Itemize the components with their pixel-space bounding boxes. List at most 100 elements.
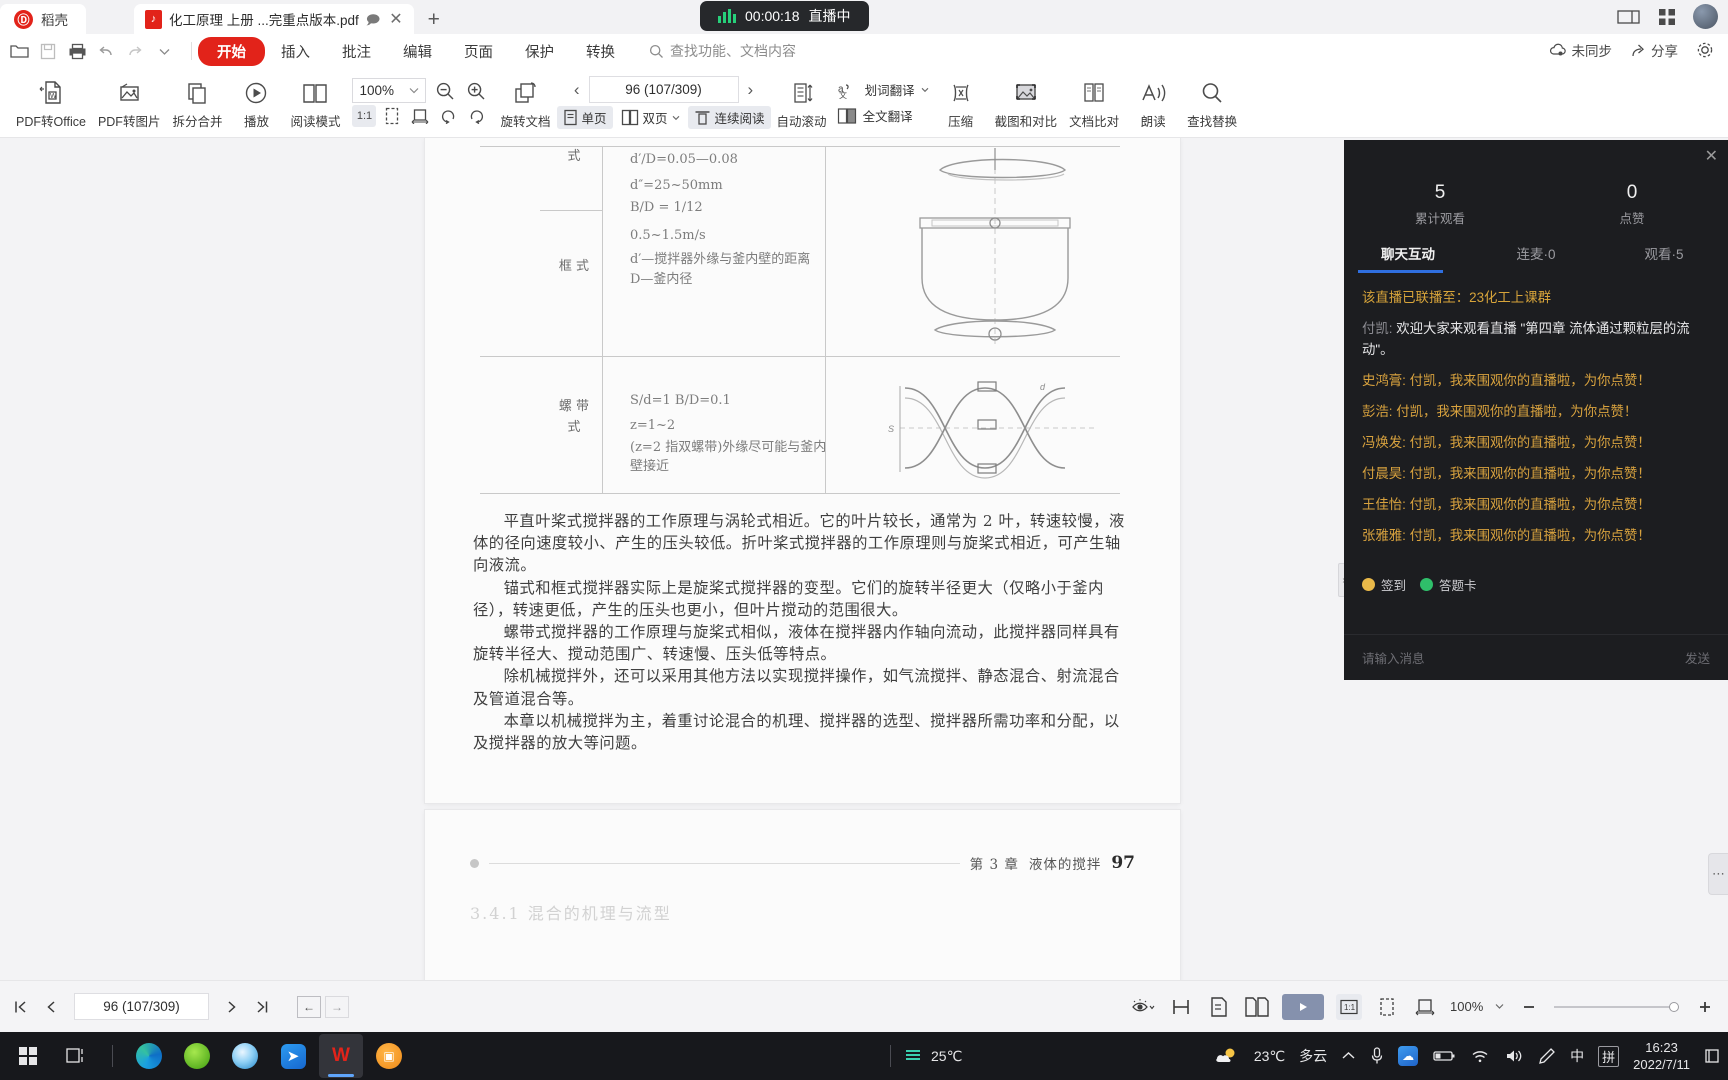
fit-page-button[interactable] — [380, 105, 404, 127]
cloud-app-icon[interactable]: ☁ — [1398, 1046, 1419, 1066]
taskbar-system-monitor[interactable]: 25℃ — [890, 1045, 962, 1067]
menu-item-edit[interactable]: 编辑 — [387, 38, 448, 65]
single-page-view-icon[interactable] — [1206, 994, 1232, 1020]
edge-icon[interactable] — [127, 1034, 171, 1078]
ribbon-split-merge[interactable]: 拆分合并 — [166, 71, 228, 135]
last-page-icon[interactable] — [249, 994, 275, 1020]
status-zoom-value[interactable]: 100% — [1450, 999, 1483, 1014]
full-translate-button[interactable]: 全文翻译 — [837, 106, 929, 125]
wps-icon[interactable]: W — [319, 1034, 363, 1078]
tab-comment-icon[interactable]: 🗩 — [366, 13, 380, 26]
ime-language-label[interactable]: 中 — [1570, 1046, 1584, 1066]
battery-icon[interactable] — [1432, 1049, 1456, 1063]
print-icon[interactable] — [64, 38, 90, 64]
ribbon-play[interactable]: 播放 — [228, 71, 284, 135]
redo-icon[interactable] — [122, 38, 148, 64]
weather-icon[interactable] — [1214, 1046, 1240, 1066]
rotate-right-button[interactable] — [464, 105, 488, 127]
split-screen-icon[interactable] — [1617, 9, 1641, 25]
settings-button[interactable] — [1696, 41, 1714, 59]
ribbon-pdf-to-office[interactable]: W PDF转Office — [10, 71, 92, 135]
chat-send-button[interactable]: 发送 — [1685, 648, 1710, 667]
undo-icon[interactable] — [93, 38, 119, 64]
live-status-pill[interactable]: 00:00:18 直播中 — [700, 1, 869, 31]
layout-split-icon[interactable] — [1168, 994, 1194, 1020]
volume-icon[interactable] — [1504, 1048, 1524, 1064]
tab-connect[interactable]: 连麦·0 — [1472, 243, 1600, 273]
zoom-in-button[interactable] — [464, 80, 488, 102]
quick-access-more-icon[interactable] — [151, 38, 177, 64]
menu-item-start[interactable]: 开始 — [198, 36, 265, 66]
share-button[interactable]: 分享 — [1630, 40, 1678, 60]
ribbon-document-compare[interactable]: 文档比对 — [1063, 71, 1125, 135]
taskbar-clock[interactable]: 16:23 2022/7/11 — [1633, 1039, 1690, 1073]
ribbon-read-mode[interactable]: 阅读模式 — [284, 71, 346, 135]
save-icon[interactable] — [35, 38, 61, 64]
ribbon-find-replace[interactable]: 查找替换 — [1181, 71, 1243, 135]
document-tab[interactable]: ♪ 化工原理 上册 ...完重点版本.pdf 🗩 ✕ — [134, 4, 414, 34]
notification-icon[interactable] — [1704, 1047, 1720, 1065]
chat-input-bar[interactable]: 请输入消息 发送 — [1344, 634, 1728, 680]
zoom-level-select[interactable]: 100% — [352, 78, 427, 103]
blue-app-icon[interactable]: ➤ — [271, 1034, 315, 1078]
fit-width-status-button[interactable] — [1412, 994, 1438, 1020]
microphone-icon[interactable] — [1370, 1046, 1384, 1066]
menu-item-page[interactable]: 页面 — [448, 38, 509, 65]
next-page-icon[interactable] — [219, 994, 245, 1020]
open-file-icon[interactable] — [6, 38, 32, 64]
sync-status-button[interactable]: 未同步 — [1549, 40, 1612, 60]
close-icon[interactable]: ✕ — [1705, 146, 1718, 166]
rotate-left-button[interactable] — [436, 105, 460, 127]
actual-size-button[interactable]: 1:1 — [352, 105, 377, 127]
fit-width-button[interactable] — [408, 105, 432, 127]
tab-viewers[interactable]: 观看·5 — [1600, 243, 1728, 273]
single-page-mode-button[interactable]: 单页 — [556, 106, 613, 129]
forward-navigation-button[interactable]: → — [325, 995, 349, 1018]
ribbon-rotate-document[interactable]: 旋转文档 — [494, 71, 556, 135]
wifi-icon[interactable] — [1470, 1048, 1490, 1064]
status-page-input[interactable]: 96 (107/309) — [74, 993, 209, 1020]
grid-view-icon[interactable] — [1657, 7, 1677, 27]
prev-page-icon[interactable] — [38, 994, 64, 1020]
menu-item-insert[interactable]: 插入 — [265, 38, 326, 65]
menu-item-annotate[interactable]: 批注 — [326, 38, 387, 65]
zoom-slider[interactable] — [1554, 1001, 1680, 1012]
pen-icon[interactable] — [1538, 1047, 1556, 1065]
floating-tool-button[interactable]: ⋯ — [1708, 853, 1728, 895]
ribbon-read-aloud[interactable]: 朗读 — [1125, 71, 1181, 135]
back-navigation-button[interactable]: ← — [297, 995, 321, 1018]
chat-message-list[interactable]: 该直播已联播至：23化工上课群 付凯: 欢迎大家来观看直播 "第四章 流体通过颗… — [1344, 273, 1728, 565]
ime-mode-label[interactable]: 拼 — [1598, 1045, 1620, 1067]
ie-icon[interactable] — [223, 1034, 267, 1078]
double-page-mode-button[interactable]: 双页 — [615, 106, 686, 129]
zoom-in-slider-button[interactable] — [1692, 994, 1718, 1020]
browser-green-icon[interactable] — [175, 1034, 219, 1078]
first-page-icon[interactable] — [8, 994, 34, 1020]
menu-item-convert[interactable]: 转换 — [570, 38, 631, 65]
zoom-out-button[interactable] — [433, 80, 457, 102]
brand-tab[interactable]: Ⓓ 稻壳 — [0, 4, 86, 34]
double-page-view-icon[interactable] — [1244, 994, 1270, 1020]
presentation-play-button[interactable] — [1282, 993, 1324, 1020]
ribbon-compress[interactable]: 压缩 — [933, 71, 989, 135]
chevron-up-icon[interactable] — [1341, 1050, 1356, 1062]
zoom-out-slider-button[interactable] — [1516, 994, 1542, 1020]
word-translate-button[interactable]: a文 划词翻译 — [837, 80, 929, 99]
eye-view-icon[interactable] — [1130, 994, 1156, 1020]
orange-app-icon[interactable]: ▣ — [367, 1034, 411, 1078]
tab-close-icon[interactable]: ✕ — [387, 9, 404, 29]
checkin-button[interactable]: 签到 — [1362, 575, 1406, 594]
search-input[interactable]: 查找功能、文档内容 — [649, 41, 796, 61]
continuous-scroll-button[interactable]: 连续阅读 — [687, 106, 771, 129]
ribbon-screenshot-compare[interactable]: 截图和对比 — [989, 71, 1064, 135]
start-icon[interactable] — [6, 1034, 50, 1078]
ribbon-pdf-to-image[interactable]: PDF转图片 — [92, 71, 167, 135]
page-number-input[interactable]: 96 (107/309) — [588, 76, 739, 103]
ribbon-autoscroll[interactable]: 自动滚动 — [771, 71, 833, 135]
tab-chat[interactable]: 聊天互动 — [1344, 243, 1472, 273]
prev-page-button[interactable]: ‹ — [569, 81, 585, 98]
fit-page-status-button[interactable] — [1374, 994, 1400, 1020]
chevron-down-icon[interactable] — [1495, 1003, 1504, 1010]
user-avatar[interactable] — [1693, 4, 1718, 29]
next-page-button[interactable]: › — [743, 81, 759, 98]
